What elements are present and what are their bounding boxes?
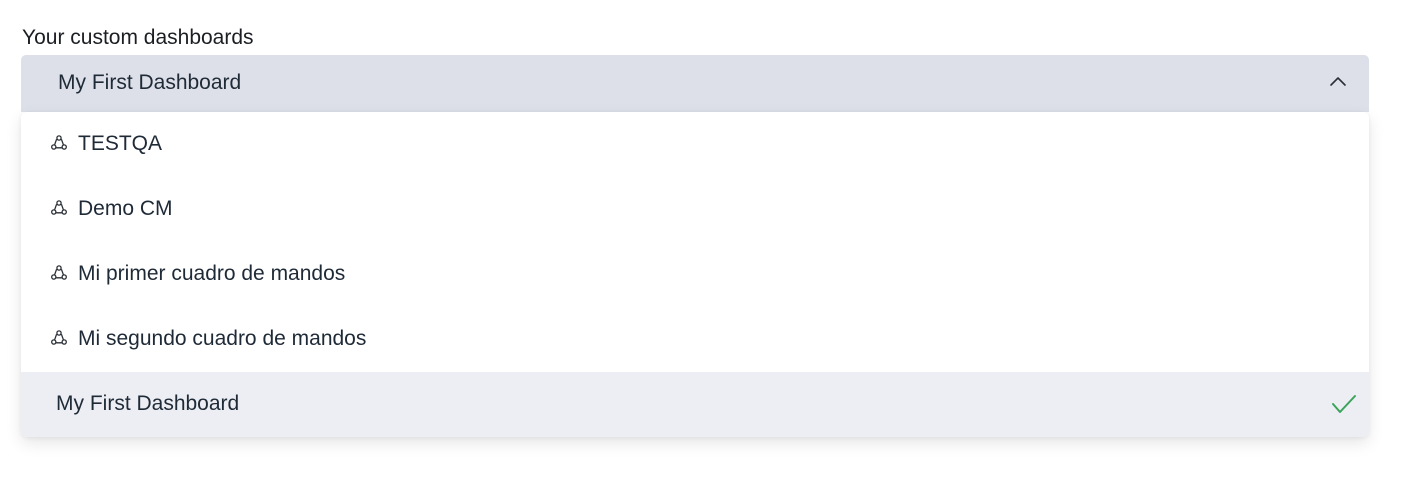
shared-icon [51, 135, 67, 150]
menu-item-label: Mi segundo cuadro de mandos [78, 327, 367, 350]
shared-icon [51, 200, 67, 215]
menu-item-testqa[interactable]: TESTQA [21, 112, 1369, 177]
menu-item-mi-segundo-cuadro[interactable]: Mi segundo cuadro de mandos [21, 307, 1369, 372]
menu-item-mi-primer-cuadro[interactable]: Mi primer cuadro de mandos [21, 242, 1369, 307]
chevron-up-icon [1330, 77, 1346, 86]
menu-item-label: Demo CM [78, 197, 173, 220]
dropdown-menu: TESTQA Demo CM Mi primer cuadro de mando… [21, 112, 1369, 437]
field-label: Your custom dashboards [22, 26, 254, 49]
selected-value: My First Dashboard [58, 71, 242, 94]
dashboard-select[interactable]: My First Dashboard [21, 55, 1369, 112]
checkmark-icon [1332, 395, 1356, 413]
shared-icon [51, 330, 67, 345]
shared-icon [51, 265, 67, 280]
menu-item-my-first-dashboard[interactable]: My First Dashboard [21, 372, 1369, 437]
menu-item-demo-cm[interactable]: Demo CM [21, 177, 1369, 242]
menu-item-label: Mi primer cuadro de mandos [78, 262, 346, 285]
menu-item-label: My First Dashboard [56, 392, 240, 415]
menu-item-label: TESTQA [78, 132, 163, 155]
